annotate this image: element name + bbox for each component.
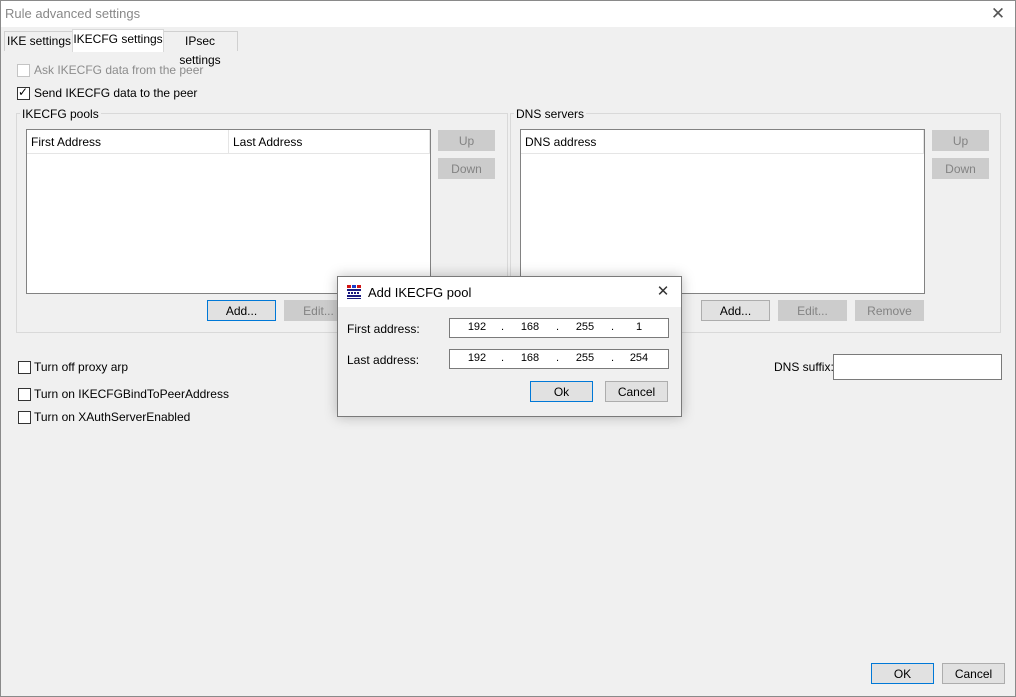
dialog-title-bar: Add IKECFG pool ✕: [338, 277, 681, 307]
ask-peer-checkbox-box[interactable]: [17, 64, 30, 77]
send-peer-checkbox-box[interactable]: ✓: [17, 85, 30, 100]
dns-add-button[interactable]: Add...: [701, 300, 770, 321]
octet-separator: .: [501, 352, 505, 364]
add-ikecfg-pool-dialog: Add IKECFG pool ✕ First address: 192 . 1…: [337, 276, 682, 417]
octet-separator: .: [556, 321, 560, 333]
last-octet-1[interactable]: 192: [462, 352, 492, 364]
dialog-title: Add IKECFG pool: [368, 285, 472, 300]
xauth-checkbox-box[interactable]: [18, 411, 31, 424]
check-mark-icon: ✓: [18, 85, 29, 99]
dns-remove-button[interactable]: Remove: [855, 300, 924, 321]
close-icon[interactable]: ✕: [987, 3, 1009, 25]
last-address-input[interactable]: 192 . 168 . 255 . 254: [449, 349, 669, 369]
title-bar: Rule advanced settings ✕: [1, 1, 1015, 27]
tab-ikecfg-settings[interactable]: IKECFG settings: [72, 29, 164, 52]
xauth-label: Turn on XAuthServerEnabled: [34, 410, 191, 424]
tab-ipsec-settings[interactable]: IPsec settings: [162, 31, 238, 67]
ok-button[interactable]: OK: [871, 663, 934, 684]
pools-down-button[interactable]: Down: [438, 158, 495, 179]
dialog-ok-button[interactable]: Ok: [530, 381, 593, 402]
octet-separator: .: [501, 321, 505, 333]
ikecfg-pools-title: IKECFG pools: [20, 107, 101, 121]
octet-separator: .: [611, 352, 615, 364]
bind-peer-label: Turn on IKECFGBindToPeerAddress: [34, 387, 229, 401]
octet-separator: .: [556, 352, 560, 364]
app-icon: [346, 284, 362, 300]
pools-up-button[interactable]: Up: [438, 130, 495, 151]
dns-servers-title: DNS servers: [514, 107, 587, 121]
ask-peer-label: Ask IKECFG data from the peer: [34, 63, 204, 77]
first-address-input[interactable]: 192 . 168 . 255 . 1: [449, 318, 669, 338]
first-octet-3[interactable]: 255: [570, 321, 600, 333]
first-octet-2[interactable]: 168: [515, 321, 545, 333]
send-peer-label: Send IKECFG data to the peer: [34, 86, 198, 100]
tab-ike-settings[interactable]: IKE settings: [4, 31, 74, 51]
dns-address-column-header[interactable]: DNS address: [521, 130, 924, 154]
dns-edit-button[interactable]: Edit...: [778, 300, 847, 321]
last-octet-2[interactable]: 168: [515, 352, 545, 364]
dns-servers-list[interactable]: DNS address: [520, 129, 925, 294]
first-octet-1[interactable]: 192: [462, 321, 492, 333]
octet-separator: .: [611, 321, 615, 333]
ikecfg-pools-list[interactable]: First Address Last Address: [26, 129, 431, 294]
first-octet-4[interactable]: 1: [624, 321, 654, 333]
dialog-cancel-button[interactable]: Cancel: [605, 381, 668, 402]
proxy-arp-checkbox-box[interactable]: [18, 361, 31, 374]
last-address-label: Last address:: [347, 353, 420, 367]
first-address-label: First address:: [347, 322, 420, 336]
last-octet-3[interactable]: 255: [570, 352, 600, 364]
dns-up-button[interactable]: Up: [932, 130, 989, 151]
dns-down-button[interactable]: Down: [932, 158, 989, 179]
dns-suffix-label: DNS suffix:: [774, 360, 834, 374]
cancel-button[interactable]: Cancel: [942, 663, 1005, 684]
window-title: Rule advanced settings: [5, 6, 141, 21]
pools-add-button[interactable]: Add...: [207, 300, 276, 321]
dns-suffix-input[interactable]: [833, 354, 1002, 380]
proxy-arp-label: Turn off proxy arp: [34, 360, 129, 374]
last-octet-4[interactable]: 254: [624, 352, 654, 364]
last-address-column-header[interactable]: Last Address: [229, 130, 430, 154]
first-address-column-header[interactable]: First Address: [27, 130, 229, 154]
bind-peer-checkbox-box[interactable]: [18, 388, 31, 401]
dialog-close-icon[interactable]: ✕: [653, 282, 673, 302]
